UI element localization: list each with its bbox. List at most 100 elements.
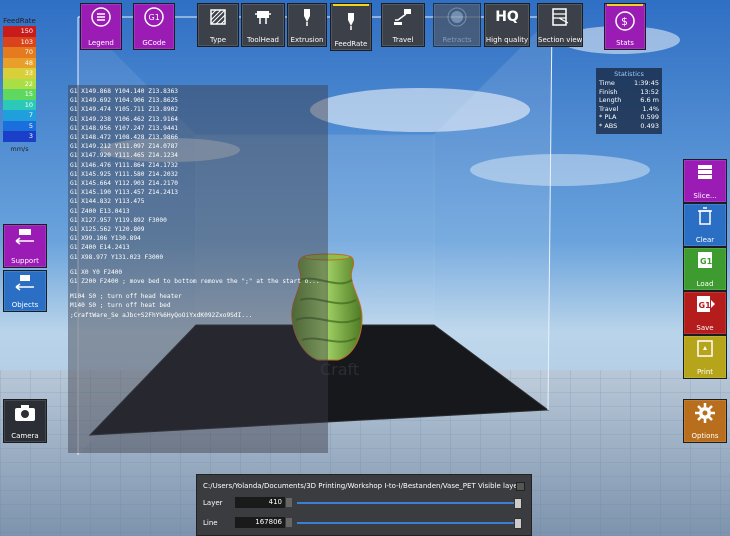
objects-button-label: Objects [11,301,39,309]
nozzle-icon [304,9,310,26]
toolhead-button[interactable]: ToolHead [241,3,285,47]
support-button[interactable]: Support [3,224,47,268]
slice-button-label: Slice... [693,192,717,200]
gcode-line: G1 X145.925 Y111.580 Z14.2032 [70,170,179,178]
layer-slider-track[interactable] [297,502,515,504]
section-view-icon [552,8,569,26]
legend-button-label: Legend [88,39,114,47]
travel-button-label: Travel [392,36,414,44]
gcode-line: G1 Z400 E14.2413 [70,244,130,252]
gcode-button[interactable]: G1 GCode [133,3,175,50]
layer-spinner[interactable] [286,498,292,507]
legend-entry: 7 [3,110,36,121]
stat-row: * PLA 0.599 [599,113,659,122]
objects-icon [15,275,34,291]
gcode-line: G1 X144.832 Y113.475 [70,198,145,206]
file-path: C:/Users/Yolanda/Documents/3D Printing/W… [203,482,525,490]
legend-unit: mm/s [10,144,29,153]
gcode-line: G1 X99.106 Y130.894 [70,235,141,243]
gcode-listing[interactable]: G1 X149.868 Y104.140 Z13.8363 G1 X149.692… [68,85,328,453]
visible-layers-checkbox[interactable] [516,482,525,491]
legend-entry: 33 [3,68,36,79]
line-input[interactable]: 167806 [235,517,285,528]
dollar-icon: $ [615,11,635,31]
gcode-line: G1 X148.956 Y107.247 Z13.9441 [70,124,179,132]
save-button[interactable]: G1 Save [683,291,727,335]
gcode-line: G1 X127.957 Y119.892 F3000 [70,216,167,224]
stat-value: 13:52 [640,87,659,96]
gear-icon [695,403,715,423]
legend-title: FeedRate [3,17,36,25]
layer-input[interactable]: 410 [235,497,285,508]
gcode-line: G1 X125.562 Y120.809 [70,226,145,234]
gcode-line: G1 X0 Y0 F2400 [70,268,123,276]
clear-button[interactable]: Clear [683,203,727,247]
load-badge: G1 [700,257,713,266]
stat-key: Finish [599,87,618,96]
line-slider-handle[interactable] [514,518,522,529]
legend-button[interactable]: Legend [80,3,122,50]
list-icon [91,7,111,27]
gcode-line: G1 X149.238 Y106.462 Z13.9164 [70,115,179,123]
support-icon [15,229,34,245]
gcode-line: G1 Z200 F2400 ; move bed to bottom remov… [70,278,320,286]
stat-key: Travel [599,104,619,113]
stat-row: Time 1:39:45 [599,79,659,88]
toolhead-button-label: ToolHead [247,36,279,44]
gcode-line: G1 X149.692 Y104.906 Z13.8625 [70,97,179,105]
objects-button[interactable]: Objects [3,270,47,312]
hq-icon: HQ [495,9,519,25]
slice-button[interactable]: Slice... [683,159,727,203]
extrusion-button[interactable]: Extrusion [287,3,327,47]
section-view-button[interactable]: Section view [537,3,583,47]
options-button[interactable]: Options [683,399,727,443]
legend-entry: 150 [3,26,36,37]
layer-slider-handle[interactable] [514,498,522,509]
options-button-label: Options [691,432,719,440]
stats-active-indicator [607,4,643,6]
load-button[interactable]: G1 Load [683,247,727,291]
gcode-button-label: GCode [142,39,166,47]
feedrate-button[interactable]: FeedRate [330,3,372,51]
gcode-line: G1 X148.472 Y108.428 Z13.9866 [70,134,179,142]
stats-button[interactable]: $ Stats [604,3,646,50]
camera-button[interactable]: Camera [3,399,47,443]
stat-key: * PLA [599,113,617,122]
print-button[interactable]: Print [683,335,727,379]
extrusion-button-label: Extrusion [290,36,324,44]
travel-button[interactable]: Travel [381,3,425,47]
stat-row: Travel 1.4% [599,105,659,114]
save-badge: G1 [699,301,712,310]
gcode-line: ;CraftWare_Se aJbc+S2FhY%6HyQoOiYxdK092Z… [70,311,253,319]
high-quality-button[interactable]: HQ High quality [484,3,530,47]
camera-icon [15,405,35,421]
legend-entry: 70 [3,47,36,58]
type-button-label: Type [209,36,227,44]
statistics-panel: Statistics Time 1:39:45 Finish 13:52 Length 6… [596,68,662,134]
stat-key: Time [599,79,615,87]
gcode-line: M104 S0 ; turn off head heater [70,293,182,301]
line-spinner[interactable] [286,518,292,527]
feedrate-button-label: FeedRate [334,40,368,48]
legend-entry: 10 [3,99,36,110]
feedrate-legend: FeedRate 150 103 70 48 33 22 15 10 7 5 3 mm/s [3,17,36,153]
gcode-line: G1 X149.474 Y105.711 Z13.8902 [70,106,179,114]
stat-row: * ABS 0.493 [599,122,659,131]
layer-control-panel: C:/Users/Yolanda/Documents/3D Printing/W… [196,474,532,536]
stat-value: 6.6 m [640,96,659,105]
stat-value: 1:39:45 [633,79,659,87]
stat-key: Length [599,96,622,105]
retracts-button[interactable]: Retracts [433,3,481,47]
gcode-line: G1 Z400 E13.0413 [70,207,130,215]
type-button[interactable]: Type [197,3,239,47]
toolhead-icon [255,11,271,24]
legend-entry: 5 [3,120,36,131]
stat-value: 0.599 [640,113,659,122]
gcode-line: G1 X98.977 Y131.023 F3000 [70,253,164,261]
line-slider-track[interactable] [297,522,515,524]
support-button-label: Support [11,257,39,265]
stat-value: 1.4% [642,104,659,113]
gcode-line: G1 X145.664 Y112.903 Z14.2170 [70,180,179,188]
slice-icon [698,165,712,179]
save-file-icon: G1 [697,296,715,312]
